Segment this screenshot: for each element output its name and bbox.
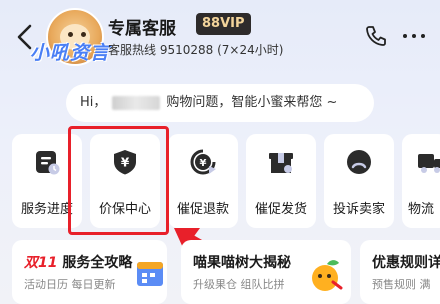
- logistics-button[interactable]: 物流: [402, 134, 440, 228]
- service-progress-icon: [36, 151, 60, 175]
- card-subtitle: 升级果仓 组队比拼: [193, 278, 285, 291]
- more-icon[interactable]: [400, 26, 428, 46]
- watermark: 小吼资言: [30, 42, 111, 64]
- complain-seller-button[interactable]: 投诉卖家: [324, 134, 394, 228]
- urge-refund-button[interactable]: ¥ 催促退款: [168, 134, 238, 228]
- refund-coin-icon: ¥: [190, 149, 216, 175]
- svg-text:¥: ¥: [200, 158, 207, 169]
- calendar-illustration-icon: [137, 262, 163, 286]
- card-subtitle: 活动日历 每日更新: [24, 278, 116, 291]
- shipping-box-icon: [269, 153, 293, 173]
- header: 小吼资言 专属客服 88VIP 客服热线 9510288 (7×24小时): [0, 0, 440, 76]
- service-shortcuts: 服务进度 ¥ 价保中心 ¥ 催促退款 催促发货 投诉卖家 物流: [0, 134, 440, 232]
- card-subtitle: 预售规则 满: [372, 278, 431, 291]
- vip-badge: 88VIP: [196, 13, 251, 35]
- greeting-text: 购物问题，智能小蜜来帮您 ~: [166, 95, 338, 110]
- service-label: 催促发货: [254, 202, 307, 217]
- fruit-illustration-icon: [312, 260, 343, 291]
- promo-card-double11[interactable]: 双11 服务全攻略 活动日历 每日更新: [12, 240, 167, 304]
- promo-card-discount-rules[interactable]: 优惠规则详 预售规则 满: [360, 240, 440, 304]
- card-title-highlight: 双11: [24, 255, 58, 271]
- card-title: 喵果喵树大揭秘: [193, 255, 291, 271]
- greeting-bubble: Hi， 购物问题，智能小蜜来帮您 ~: [66, 84, 374, 122]
- hotline-text: 客服热线 9510288 (7×24小时): [108, 43, 284, 57]
- card-title: 优惠规则详: [372, 255, 440, 271]
- complaint-face-icon: [347, 150, 371, 174]
- service-label: 催促退款: [176, 202, 229, 217]
- logistics-truck-icon: [418, 154, 440, 173]
- service-label: 物流: [408, 202, 435, 217]
- phone-icon[interactable]: [364, 24, 388, 48]
- promo-cards: 双11 服务全攻略 活动日历 每日更新 喵果喵树大揭秘 升级果仓 组队比拼 优惠…: [0, 240, 440, 304]
- promo-card-meow-tree[interactable]: 喵果喵树大揭秘 升级果仓 组队比拼: [181, 240, 351, 304]
- greeting-prefix: Hi，: [80, 95, 107, 110]
- page-title: 专属客服: [108, 19, 176, 39]
- urge-shipping-button[interactable]: 催促发货: [246, 134, 316, 228]
- blurred-username: [112, 95, 161, 110]
- highlight-box: [68, 126, 169, 235]
- service-label: 投诉卖家: [332, 202, 385, 217]
- card-title: 双11 服务全攻略: [24, 255, 133, 271]
